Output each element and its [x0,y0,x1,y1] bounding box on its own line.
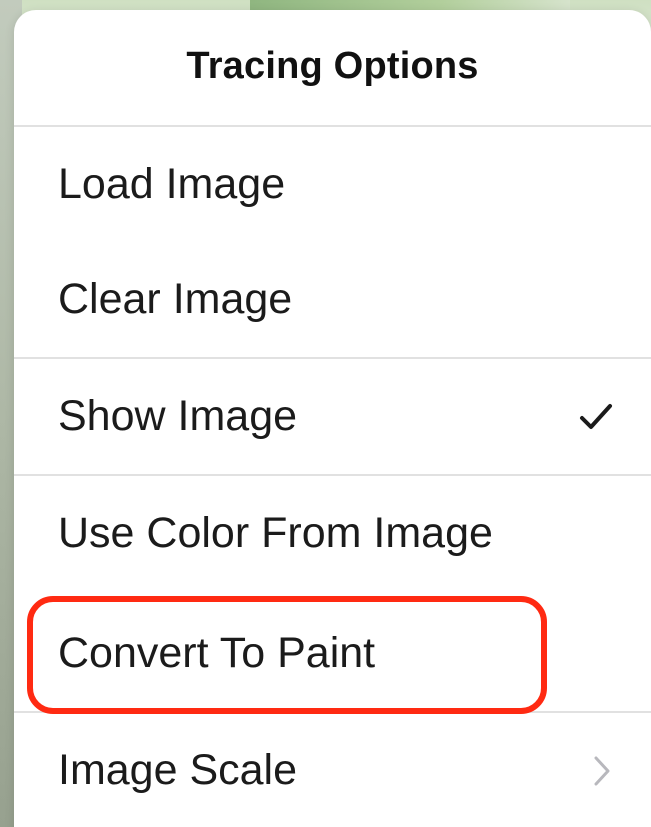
menu-item-use-color-from-image[interactable]: Use Color From Image [14,476,651,591]
menu-item-label: Convert To Paint [58,629,376,677]
menu-item-convert-to-paint[interactable]: Convert To Paint [14,596,651,711]
menu-item-clear-image[interactable]: Clear Image [14,242,651,357]
menu-item-label: Use Color From Image [58,509,493,557]
menu-item-load-image[interactable]: Load Image [14,127,651,242]
tracing-options-menu: Tracing Options Load Image Clear Image S… [14,10,651,827]
menu-item-label: Clear Image [58,275,293,323]
menu-title: Tracing Options [186,45,479,87]
menu-item-show-image[interactable]: Show Image [14,359,651,474]
checkmark-icon [580,403,612,429]
chevron-right-icon [594,756,610,785]
menu-item-label: Show Image [58,392,298,440]
menu-item-label: Image Scale [58,746,298,794]
menu-item-image-scale[interactable]: Image Scale [14,713,651,827]
menu-item-label: Load Image [58,160,286,208]
